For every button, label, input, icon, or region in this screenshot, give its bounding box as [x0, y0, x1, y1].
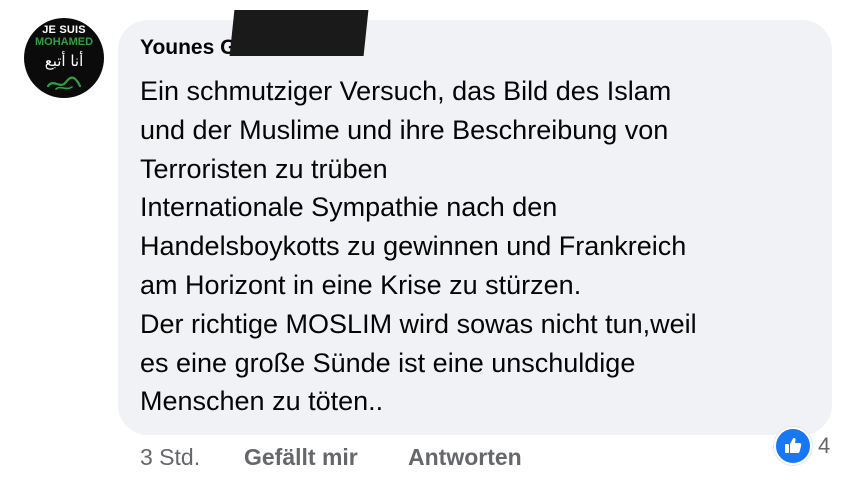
- thumbs-up-icon: [774, 427, 812, 465]
- avatar-text-arabic: أنا أتبع: [44, 52, 84, 70]
- timestamp[interactable]: 3 Std.: [140, 444, 244, 471]
- comment-line: Ein schmutziger Versuch, das Bild des Is…: [140, 76, 672, 106]
- avatar-text-mohamed: MOHAMED: [34, 36, 94, 48]
- comment-line: es eine große Sünde ist eine unschuldige: [140, 347, 636, 378]
- comment-line: Internationale Sympathie nach den: [140, 192, 558, 223]
- comment-line: am Horizont in eine Krise zu stürzen.: [140, 269, 582, 300]
- avatar[interactable]: JE SUIS MOHAMED أنا أتبع: [24, 18, 104, 98]
- comment-line: und der Muslime und ihre Beschreibung vo…: [140, 114, 669, 145]
- comment-actions: 3 Std. Gefällt mir Antworten: [140, 444, 522, 471]
- comment-line: Menschen zu töten..: [140, 386, 384, 417]
- calligraphy-icon: [46, 76, 82, 90]
- redaction-mark: [229, 10, 369, 56]
- comment-line: Terroristen zu trüben: [140, 153, 388, 184]
- reaction-count: 4: [818, 433, 831, 458]
- reaction-summary[interactable]: 4: [774, 427, 831, 465]
- comment-text: Ein schmutziger Versuch, das Bild des Is…: [140, 72, 820, 421]
- comment-line: Handelsboykotts zu gewinnen und Frankrei…: [140, 231, 687, 262]
- comment-line: Der richtige MOSLIM wird sowas nicht tun…: [140, 308, 697, 339]
- reply-button[interactable]: Antworten: [408, 444, 522, 471]
- avatar-text-je-suis: JE SUIS: [42, 24, 86, 36]
- like-button[interactable]: Gefällt mir: [244, 444, 408, 471]
